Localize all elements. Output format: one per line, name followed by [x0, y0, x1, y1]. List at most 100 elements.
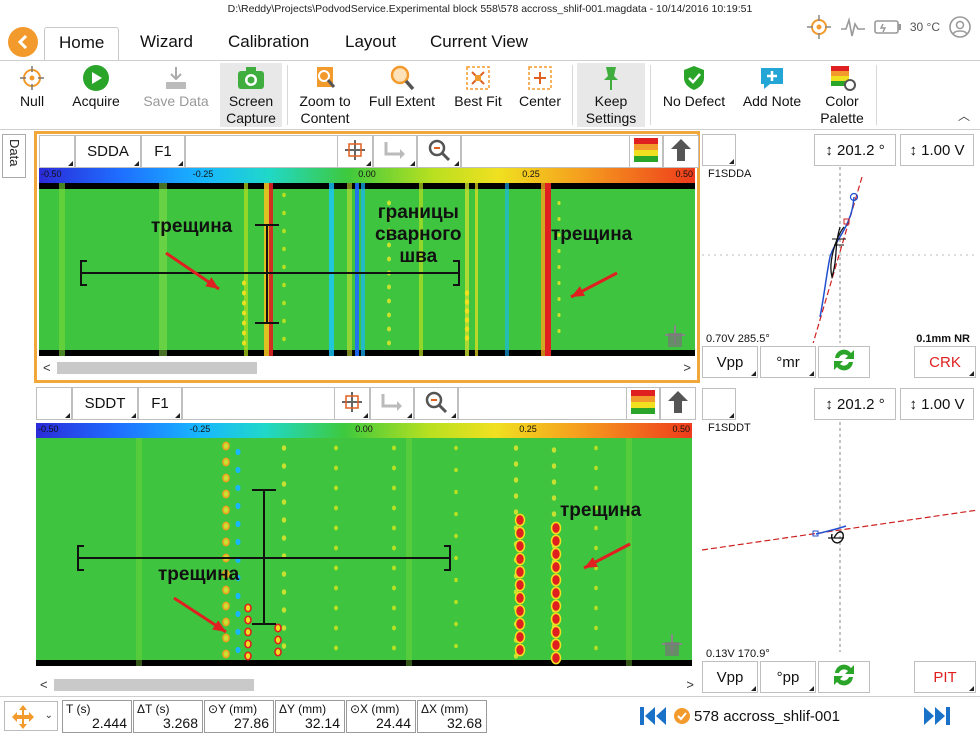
lissajous-view-selector[interactable]	[702, 134, 736, 166]
signal-dot	[222, 585, 230, 595]
refresh-button[interactable]	[818, 661, 870, 693]
signal-dot	[244, 627, 252, 637]
signal-dot	[222, 633, 230, 643]
frequency-selector[interactable]: F1	[141, 135, 185, 168]
frequency-selector[interactable]: F1	[138, 387, 182, 420]
tab-calibration[interactable]: Calibration	[228, 27, 309, 61]
signal-dot	[557, 281, 561, 285]
back-arrow-icon	[17, 34, 28, 50]
scroll-up-button[interactable]	[663, 135, 699, 168]
scroll-right-icon[interactable]: >	[686, 677, 694, 692]
color-palette-label-1: Color	[825, 93, 859, 109]
best-fit-button[interactable]: Best Fit	[448, 63, 508, 127]
back-button[interactable]	[8, 27, 38, 57]
scroll-left-icon[interactable]: <	[40, 677, 48, 692]
signal-dot	[550, 625, 562, 639]
screen-capture-button[interactable]: Screen Capture	[220, 63, 282, 127]
horizontal-scrollbar-bottom[interactable]: < >	[36, 675, 698, 695]
frequency-name: F1	[151, 395, 169, 412]
lissajous-plot-bottom[interactable]	[702, 422, 978, 652]
null-button[interactable]: Null	[12, 63, 52, 127]
lissajous-view-selector[interactable]	[702, 388, 736, 420]
signal-dot	[235, 592, 241, 600]
signal-dot	[235, 448, 241, 456]
measure-param-selector[interactable]: °pp	[760, 661, 816, 693]
pan-tool-button[interactable]: ⌄	[4, 701, 58, 731]
rotation-value: ↕ 201.2 °	[825, 395, 885, 413]
trace-tool-button[interactable]	[370, 387, 414, 420]
scroll-right-icon[interactable]: >	[683, 360, 691, 375]
signal-dot	[550, 651, 562, 665]
measure-mode-selector[interactable]: Vpp	[702, 661, 758, 693]
cscan-image-bottom[interactable]	[36, 438, 692, 666]
palette-button[interactable]	[626, 387, 660, 420]
toolbar-spacer	[182, 387, 334, 420]
center-label: Center	[518, 93, 562, 109]
tab-current-view[interactable]: Current View	[430, 27, 528, 61]
acquire-button[interactable]: Acquire	[66, 63, 126, 127]
channel-selector[interactable]: SDDA	[75, 135, 141, 168]
horizontal-scrollbar-top[interactable]: < >	[39, 358, 695, 378]
first-file-icon[interactable]	[638, 704, 668, 733]
no-defect-button[interactable]: No Defect	[656, 63, 732, 127]
refresh-button[interactable]	[818, 346, 870, 378]
zoom-to-content-button[interactable]: Zoom to Content	[292, 63, 358, 127]
scale-tick-label: -0.25	[189, 424, 211, 434]
scroll-left-icon[interactable]: <	[43, 360, 51, 375]
defect-class-selector[interactable]: PIT	[914, 661, 976, 693]
measure-mode-selector[interactable]: Vpp	[702, 346, 758, 378]
signal-dot	[551, 511, 557, 517]
up-arrow-icon	[669, 137, 693, 167]
zoom-tool-button[interactable]	[414, 387, 458, 420]
lissajous-nr-label: 0.1mm NR	[916, 333, 970, 345]
trace-tool-button[interactable]	[373, 135, 417, 168]
last-file-icon[interactable]	[922, 704, 952, 733]
center-button[interactable]: Center	[514, 63, 566, 127]
volts-field[interactable]: ↕ 1.00 V	[900, 388, 974, 420]
volts-field[interactable]: ↕ 1.00 V	[900, 134, 974, 166]
cscan-image-top[interactable]	[39, 183, 695, 356]
scroll-thumb[interactable]	[57, 362, 257, 374]
null-label: Null	[19, 93, 45, 109]
signal-dot	[392, 645, 396, 651]
palette-button[interactable]	[629, 135, 663, 168]
signal-dot	[557, 297, 561, 301]
cursor-tool-button[interactable]	[334, 387, 370, 420]
measurement-key: ΔY (mm)	[279, 702, 327, 716]
ribbon-collapse-icon[interactable]: ︿	[958, 107, 970, 124]
cscan-panel-bottom: SDDT F1 -0.50 -0.25 0.00 0.25 0.50 < > трещи…	[34, 386, 700, 696]
signal-dot	[387, 326, 391, 332]
view-selector[interactable]	[39, 135, 75, 168]
add-note-button[interactable]: Add Note	[738, 63, 806, 127]
scale-tick-label: 0.50	[672, 424, 690, 434]
rotation-field[interactable]: ↕ 201.2 °	[814, 388, 896, 420]
measurement-field: ΔX (mm) 32.68	[417, 700, 487, 733]
signal-dot	[464, 290, 470, 296]
signal-dot	[550, 638, 562, 652]
zoom-tool-button[interactable]	[417, 135, 461, 168]
color-palette-button[interactable]: Color Palette	[816, 63, 868, 127]
tab-home[interactable]: Home	[44, 27, 120, 61]
channel-selector[interactable]: SDDT	[72, 387, 138, 420]
defect-class-selector[interactable]: CRK	[914, 346, 976, 378]
lissajous-readout: 0.13V 170.9°	[706, 648, 770, 660]
measurement-value: 27.86	[233, 715, 269, 731]
view-selector[interactable]	[36, 387, 72, 420]
signal-dot	[274, 623, 282, 633]
lissajous-plot-top[interactable]	[702, 167, 978, 343]
data-side-tab[interactable]: Data	[2, 134, 26, 178]
trace-arrow-icon	[379, 391, 405, 417]
tab-wizard[interactable]: Wizard	[140, 27, 193, 61]
ribbon-toolbar: Null Acquire Save Data Screen Capture Zo…	[0, 60, 980, 130]
full-extent-button[interactable]: Full Extent	[364, 63, 440, 127]
measure-param-selector[interactable]: °mr	[760, 346, 816, 378]
save-data-button[interactable]: Save Data	[136, 63, 216, 127]
rotation-field[interactable]: ↕ 201.2 °	[814, 134, 896, 166]
tab-layout[interactable]: Layout	[345, 27, 396, 61]
signal-band	[475, 183, 478, 356]
scroll-up-button[interactable]	[660, 387, 696, 420]
signal-dot	[464, 335, 470, 341]
cursor-tool-button[interactable]	[337, 135, 373, 168]
keep-settings-button[interactable]: Keep Settings	[577, 63, 645, 127]
scroll-thumb[interactable]	[54, 679, 254, 691]
